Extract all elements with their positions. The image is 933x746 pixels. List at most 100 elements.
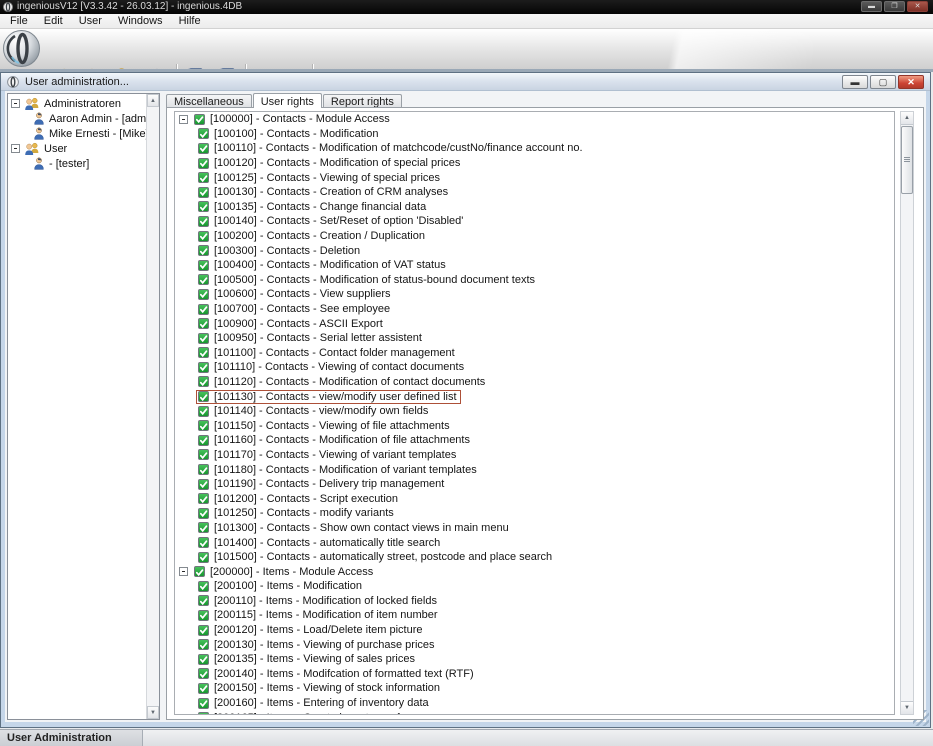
checkbox-checked-icon[interactable] bbox=[198, 158, 209, 169]
right-row[interactable]: [200165] - Items - Create inventory refe… bbox=[175, 710, 894, 715]
right-row[interactable]: [101500] - Contacts - automatically stre… bbox=[175, 550, 894, 565]
tree-scrollbar[interactable]: ▲ ▼ bbox=[146, 94, 159, 719]
checkbox-checked-icon[interactable] bbox=[198, 420, 209, 431]
right-row[interactable]: [200000] - Items - Module Access bbox=[175, 564, 894, 579]
checkbox-checked-icon[interactable] bbox=[194, 114, 205, 125]
checkbox-checked-icon[interactable] bbox=[198, 391, 209, 402]
checkbox-checked-icon[interactable] bbox=[198, 172, 209, 183]
dialog-maximize-button[interactable]: ▢ bbox=[870, 75, 896, 89]
checkbox-checked-icon[interactable] bbox=[198, 712, 209, 715]
right-row[interactable]: [100600] - Contacts - View suppliers bbox=[175, 287, 894, 302]
checkbox-checked-icon[interactable] bbox=[198, 376, 209, 387]
dialog-titlebar[interactable]: User administration... ▬ ▢ ✕ bbox=[1, 73, 930, 91]
checkbox-checked-icon[interactable] bbox=[198, 537, 209, 548]
checkbox-checked-icon[interactable] bbox=[194, 566, 205, 577]
right-row[interactable]: [100950] - Contacts - Serial letter assi… bbox=[175, 331, 894, 346]
scroll-down-icon[interactable]: ▼ bbox=[147, 706, 159, 719]
collapse-icon[interactable] bbox=[11, 99, 20, 108]
menu-user[interactable]: User bbox=[71, 14, 110, 29]
dialog-close-button[interactable]: ✕ bbox=[898, 75, 924, 89]
right-row[interactable]: [100135] - Contacts - Change financial d… bbox=[175, 200, 894, 215]
checkbox-checked-icon[interactable] bbox=[198, 479, 209, 490]
checkbox-checked-icon[interactable] bbox=[198, 698, 209, 709]
right-row[interactable]: [101130] - Contacts - view/modify user d… bbox=[175, 389, 894, 404]
checkbox-checked-icon[interactable] bbox=[198, 318, 209, 329]
tree-group-row[interactable]: User bbox=[9, 141, 145, 156]
right-row[interactable]: [101180] - Contacts - Modification of va… bbox=[175, 462, 894, 477]
right-row[interactable]: [100900] - Contacts - ASCII Export bbox=[175, 316, 894, 331]
right-row[interactable]: [101100] - Contacts - Contact folder man… bbox=[175, 346, 894, 361]
right-row[interactable]: [100300] - Contacts - Deletion bbox=[175, 243, 894, 258]
checkbox-checked-icon[interactable] bbox=[198, 522, 209, 533]
checkbox-checked-icon[interactable] bbox=[198, 508, 209, 519]
right-row[interactable]: [200135] - Items - Viewing of sales pric… bbox=[175, 652, 894, 667]
right-row[interactable]: [101400] - Contacts - automatically titl… bbox=[175, 535, 894, 550]
collapse-icon[interactable] bbox=[179, 115, 188, 124]
checkbox-checked-icon[interactable] bbox=[198, 625, 209, 636]
checkbox-checked-icon[interactable] bbox=[198, 639, 209, 650]
tree-user-row[interactable]: - [tester] bbox=[9, 156, 145, 171]
right-row[interactable]: [101170] - Contacts - Viewing of variant… bbox=[175, 448, 894, 463]
checkbox-checked-icon[interactable] bbox=[198, 187, 209, 198]
tab-user-rights[interactable]: User rights bbox=[253, 93, 322, 108]
dialog-minimize-button[interactable]: ▬ bbox=[842, 75, 868, 89]
right-row[interactable]: [101200] - Contacts - Script execution bbox=[175, 491, 894, 506]
right-row[interactable]: [200120] - Items - Load/Delete item pict… bbox=[175, 623, 894, 638]
checkbox-checked-icon[interactable] bbox=[198, 683, 209, 694]
tree-group-row[interactable]: Administratoren bbox=[9, 96, 145, 111]
close-button[interactable]: ✕ bbox=[907, 1, 928, 12]
right-row[interactable]: [200115] - Items - Modification of item … bbox=[175, 608, 894, 623]
right-row[interactable]: [101250] - Contacts - modify variants bbox=[175, 506, 894, 521]
right-row[interactable]: [101150] - Contacts - Viewing of file at… bbox=[175, 418, 894, 433]
checkbox-checked-icon[interactable] bbox=[198, 304, 209, 315]
menu-hilfe[interactable]: Hilfe bbox=[171, 14, 209, 29]
rights-scrollbar[interactable]: ▲ ▼ bbox=[900, 111, 914, 715]
checkbox-checked-icon[interactable] bbox=[198, 493, 209, 504]
checkbox-checked-icon[interactable] bbox=[198, 260, 209, 271]
right-row[interactable]: [100000] - Contacts - Module Access bbox=[175, 112, 894, 127]
right-row[interactable]: [100500] - Contacts - Modification of st… bbox=[175, 273, 894, 288]
collapse-icon[interactable] bbox=[179, 567, 188, 576]
checkbox-checked-icon[interactable] bbox=[198, 581, 209, 592]
app-logo-button[interactable] bbox=[2, 29, 41, 68]
checkbox-checked-icon[interactable] bbox=[198, 464, 209, 475]
minimize-button[interactable]: ▬ bbox=[861, 1, 882, 12]
right-row[interactable]: [100400] - Contacts - Modification of VA… bbox=[175, 258, 894, 273]
right-row[interactable]: [200150] - Items - Viewing of stock info… bbox=[175, 681, 894, 696]
right-row[interactable]: [101140] - Contacts - view/modify own fi… bbox=[175, 404, 894, 419]
checkbox-checked-icon[interactable] bbox=[198, 289, 209, 300]
right-row[interactable]: [101300] - Contacts - Show own contact v… bbox=[175, 521, 894, 536]
right-row[interactable]: [100100] - Contacts - Modification bbox=[175, 127, 894, 142]
collapse-icon[interactable] bbox=[11, 144, 20, 153]
checkbox-checked-icon[interactable] bbox=[198, 435, 209, 446]
right-row[interactable]: [100125] - Contacts - Viewing of special… bbox=[175, 170, 894, 185]
right-row[interactable]: [101190] - Contacts - Delivery trip mana… bbox=[175, 477, 894, 492]
checkbox-checked-icon[interactable] bbox=[198, 333, 209, 344]
checkbox-checked-icon[interactable] bbox=[198, 449, 209, 460]
checkbox-checked-icon[interactable] bbox=[198, 216, 209, 227]
checkbox-checked-icon[interactable] bbox=[198, 231, 209, 242]
checkbox-checked-icon[interactable] bbox=[198, 595, 209, 606]
checkbox-checked-icon[interactable] bbox=[198, 610, 209, 621]
right-row[interactable]: [100110] - Contacts - Modification of ma… bbox=[175, 141, 894, 156]
right-row[interactable]: [100200] - Contacts - Creation / Duplica… bbox=[175, 229, 894, 244]
scroll-up-icon[interactable]: ▲ bbox=[147, 94, 159, 107]
tree-user-row[interactable]: Aaron Admin - [admin] bbox=[9, 111, 145, 126]
menu-edit[interactable]: Edit bbox=[36, 14, 71, 29]
tree-user-row[interactable]: Mike Ernesti - [Mike] bbox=[9, 126, 145, 141]
right-row[interactable]: [100120] - Contacts - Modification of sp… bbox=[175, 156, 894, 171]
checkbox-checked-icon[interactable] bbox=[198, 552, 209, 563]
checkbox-checked-icon[interactable] bbox=[198, 201, 209, 212]
checkbox-checked-icon[interactable] bbox=[198, 143, 209, 154]
right-row[interactable]: [101120] - Contacts - Modification of co… bbox=[175, 375, 894, 390]
checkbox-checked-icon[interactable] bbox=[198, 406, 209, 417]
right-row[interactable]: [100130] - Contacts - Creation of CRM an… bbox=[175, 185, 894, 200]
checkbox-checked-icon[interactable] bbox=[198, 274, 209, 285]
right-row[interactable]: [200110] - Items - Modification of locke… bbox=[175, 594, 894, 609]
right-row[interactable]: [101110] - Contacts - Viewing of contact… bbox=[175, 360, 894, 375]
menu-file[interactable]: File bbox=[2, 14, 36, 29]
checkbox-checked-icon[interactable] bbox=[198, 654, 209, 665]
scroll-up-icon[interactable]: ▲ bbox=[901, 112, 913, 125]
checkbox-checked-icon[interactable] bbox=[198, 347, 209, 358]
checkbox-checked-icon[interactable] bbox=[198, 668, 209, 679]
